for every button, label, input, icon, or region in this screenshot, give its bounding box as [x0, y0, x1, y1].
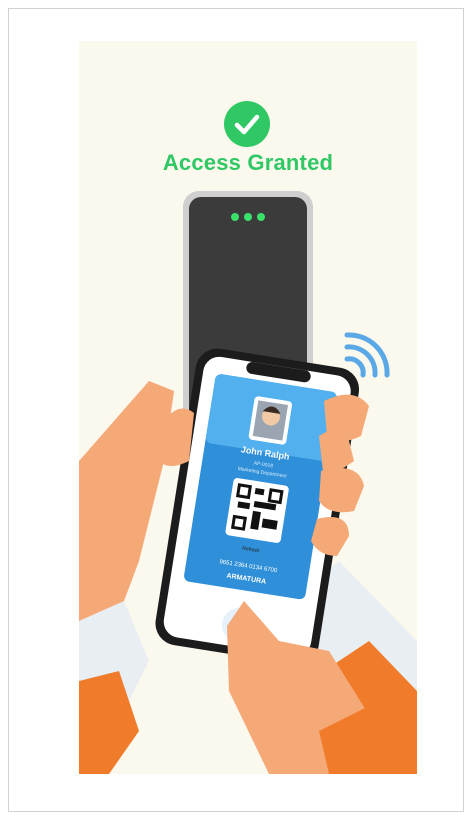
access-illustration: John Ralph AP-0018 Marketing Department …: [79, 191, 417, 774]
nfc-waves-icon: [344, 332, 390, 378]
